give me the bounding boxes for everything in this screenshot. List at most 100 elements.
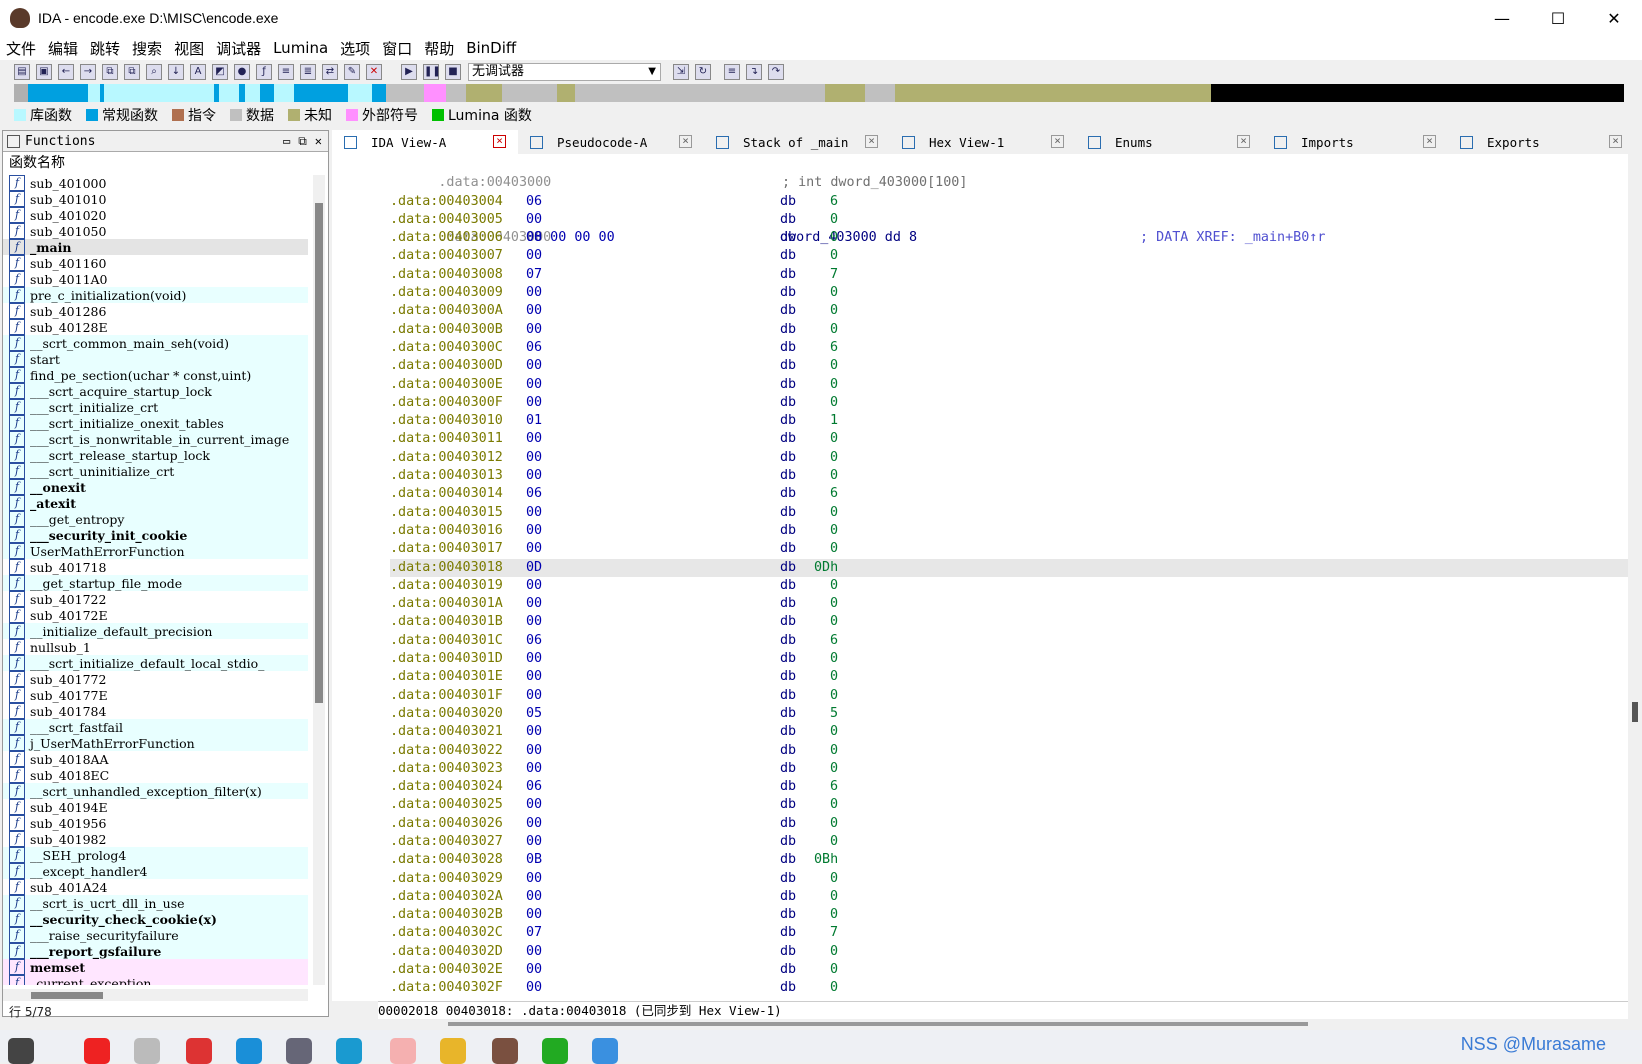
- tab-pseudocode-a[interactable]: Pseudocode-A ×: [518, 130, 704, 154]
- forward-arrow-icon[interactable]: →: [80, 64, 96, 80]
- function-list-item[interactable]: f sub_401160: [3, 255, 308, 271]
- qq-icon[interactable]: [390, 1038, 416, 1064]
- menu-view[interactable]: 视图: [168, 38, 210, 59]
- listing-line[interactable]: .data:00403010 01 db 1: [390, 412, 1630, 430]
- find-icon[interactable]: ⌕: [146, 64, 162, 80]
- listing-line[interactable]: .data:0040300C 06 db 6: [390, 339, 1630, 357]
- navigation-band[interactable]: [14, 84, 1624, 102]
- youtube-icon[interactable]: [84, 1038, 110, 1064]
- function-list-item[interactable]: f __scrt_unhandled_exception_filter(x): [3, 783, 308, 799]
- function-list-item[interactable]: f __initialize_default_precision: [3, 623, 308, 639]
- tab-close-icon[interactable]: ×: [1051, 135, 1064, 148]
- listing-line[interactable]: .data:00403019 00 db 0: [390, 577, 1630, 595]
- function-list-item[interactable]: f sub_401718: [3, 559, 308, 575]
- function-list-item[interactable]: f start: [3, 351, 308, 367]
- listing-line[interactable]: .data:0040302A 00 db 0: [390, 888, 1630, 906]
- panel-close-icon[interactable]: ✕: [315, 134, 322, 149]
- listing-line[interactable]: .data:00403024 06 db 6: [390, 778, 1630, 796]
- function-list-item[interactable]: f ___scrt_initialize_crt: [3, 399, 308, 415]
- listing-line[interactable]: .data:00403008 07 db 7: [390, 266, 1630, 284]
- listing-line[interactable]: .data:00403011 00 db 0: [390, 430, 1630, 448]
- function-list-item[interactable]: f ___security_init_cookie: [3, 527, 308, 543]
- close-button[interactable]: ✕: [1586, 0, 1642, 36]
- tab-imports[interactable]: Imports ×: [1262, 130, 1448, 154]
- listing-line[interactable]: .data:00403005 00 db 0: [390, 211, 1630, 229]
- listing-line[interactable]: .data:0040302E 00 db 0: [390, 961, 1630, 979]
- struct-icon[interactable]: ≡: [278, 64, 294, 80]
- function-list-item[interactable]: f ___scrt_initialize_onexit_tables: [3, 415, 308, 431]
- function-name-column-header[interactable]: 函数名称: [3, 152, 328, 174]
- listing-line[interactable]: .data:00403025 00 db 0: [390, 796, 1630, 814]
- stop-icon[interactable]: ■: [445, 64, 461, 80]
- jump-down-icon[interactable]: ↓: [168, 64, 184, 80]
- listing-line[interactable]: .data:0040301A 00 db 0: [390, 595, 1630, 613]
- function-list-item[interactable]: f ___scrt_acquire_startup_lock: [3, 383, 308, 399]
- back-arrow-icon[interactable]: ←: [58, 64, 74, 80]
- minimize-button[interactable]: —: [1474, 0, 1530, 36]
- function-list-item[interactable]: f UserMathErrorFunction: [3, 543, 308, 559]
- function-list-item[interactable]: f sub_401722: [3, 591, 308, 607]
- listing-line[interactable]: .data:00403015 00 db 0: [390, 504, 1630, 522]
- listing-line[interactable]: .data:00403027 00 db 0: [390, 833, 1630, 851]
- menu-edit[interactable]: 编辑: [42, 38, 84, 59]
- function-list-item[interactable]: f ___report_gsfailure: [3, 943, 308, 959]
- debugger-select[interactable]: 无调试器 ▼: [468, 63, 661, 81]
- function-list-item[interactable]: f ___scrt_release_startup_lock: [3, 447, 308, 463]
- maximize-button[interactable]: ☐: [1530, 0, 1586, 36]
- listing-line[interactable]: .data:00403026 00 db 0: [390, 815, 1630, 833]
- folder-icon[interactable]: [440, 1038, 466, 1064]
- refresh-icon[interactable]: ↻: [695, 64, 711, 80]
- xref-icon[interactable]: ⇄: [322, 64, 338, 80]
- listing-line[interactable]: .data:00403009 00 db 0: [390, 284, 1630, 302]
- function-list-item[interactable]: f pre_c_initialization(void): [3, 287, 308, 303]
- function-list-item[interactable]: f sub_401772: [3, 671, 308, 687]
- function-list-item[interactable]: f sub_401286: [3, 303, 308, 319]
- function-list-item[interactable]: f ___scrt_initialize_default_local_stdio_: [3, 655, 308, 671]
- listing-line[interactable]: .data:00403013 00 db 0: [390, 467, 1630, 485]
- text-icon[interactable]: A: [190, 64, 206, 80]
- listing-line[interactable]: .data:0040302F 00 db 0: [390, 979, 1630, 997]
- pycharm-icon[interactable]: [542, 1038, 568, 1064]
- listing-line[interactable]: .data:00403000; int dword_403000[100]: [390, 156, 1630, 190]
- listing-line[interactable]: .data:0040300A 00 db 0: [390, 302, 1630, 320]
- listing-line[interactable]: .data:00403016 00 db 0: [390, 522, 1630, 540]
- breakpoint-list-icon[interactable]: ≡: [724, 64, 740, 80]
- function-list-item[interactable]: f sub_401050: [3, 223, 308, 239]
- menu-windows[interactable]: 窗口: [376, 38, 418, 59]
- function-list-item[interactable]: f sub_401A24: [3, 879, 308, 895]
- listing-vscroll[interactable]: [1628, 154, 1642, 1016]
- function-list-item[interactable]: f ___scrt_is_nonwritable_in_current_image: [3, 431, 308, 447]
- function-list-item[interactable]: f memset: [3, 959, 308, 975]
- tab-ida-view-a[interactable]: IDA View-A ×: [332, 130, 518, 154]
- function-list-item[interactable]: f __get_startup_file_mode: [3, 575, 308, 591]
- open-file-icon[interactable]: ▤: [14, 64, 30, 80]
- tab-close-icon[interactable]: ×: [679, 135, 692, 148]
- copy-icon[interactable]: ⧉: [102, 64, 118, 80]
- function-list-item[interactable]: f __scrt_common_main_seh(void): [3, 335, 308, 351]
- menu-help[interactable]: 帮助: [418, 38, 460, 59]
- menu-debugger[interactable]: 调试器: [210, 38, 267, 59]
- function-list-item[interactable]: f _main: [3, 239, 308, 255]
- listing-line[interactable]: .data:00403020 05 db 5: [390, 705, 1630, 723]
- restore-icon[interactable]: ▭: [283, 134, 290, 149]
- listing-line[interactable]: .data:0040300E 00 db 0: [390, 376, 1630, 394]
- listing-line[interactable]: .data:00403007 00 db 0: [390, 247, 1630, 265]
- function-list-item[interactable]: f __onexit: [3, 479, 308, 495]
- function-list-item[interactable]: f __security_check_cookie(x): [3, 911, 308, 927]
- tab-exports[interactable]: Exports ×: [1448, 130, 1634, 154]
- function-list-item[interactable]: f sub_4011A0: [3, 271, 308, 287]
- function-list-item[interactable]: f sub_401982: [3, 831, 308, 847]
- menu-lumina[interactable]: Lumina: [267, 39, 334, 57]
- function-list-item[interactable]: f __SEH_prolog4: [3, 847, 308, 863]
- listing-line[interactable]: .data:00403023 00 db 0: [390, 760, 1630, 778]
- tab-close-icon[interactable]: ×: [1423, 135, 1436, 148]
- function-list-item[interactable]: f sub_401784: [3, 703, 308, 719]
- function-list-item[interactable]: f sub_40172E: [3, 607, 308, 623]
- graph-icon[interactable]: ◩: [212, 64, 228, 80]
- listing-line[interactable]: .data:00403021 00 db 0: [390, 723, 1630, 741]
- listing-line[interactable]: .data:0040300D 00 db 0: [390, 357, 1630, 375]
- listing-line[interactable]: .data:00403014 06 db 6: [390, 485, 1630, 503]
- listing-line[interactable]: .data:00403028 0B db 0Bh: [390, 851, 1630, 869]
- run-icon[interactable]: ▶: [401, 64, 417, 80]
- float-icon[interactable]: ⧉: [298, 134, 307, 149]
